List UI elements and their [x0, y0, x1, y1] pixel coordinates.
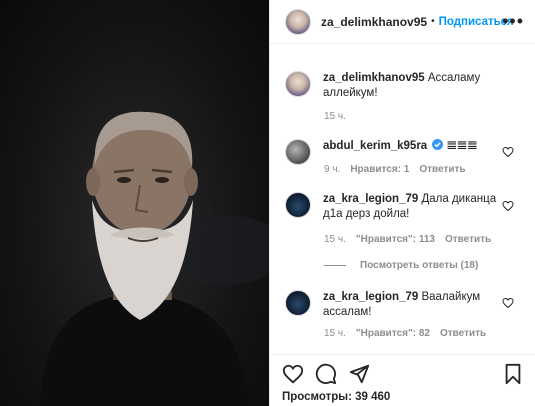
comment-like-heart-icon[interactable] [502, 297, 514, 309]
post-actions-bar: Просмотры: 39 460 [270, 354, 535, 406]
post-header: za_delimkhanov95 • Подписаться ••• [270, 0, 535, 44]
comment-time[interactable]: 9 ч. [324, 164, 340, 175]
verified-badge-icon [432, 139, 444, 150]
user-avatar[interactable] [285, 290, 311, 316]
separator-dot: • [431, 16, 435, 27]
reply-button[interactable]: Ответить [440, 328, 486, 339]
views-count[interactable]: Просмотры: 39 460 [282, 391, 390, 403]
comment-likes-count[interactable]: Нравится: 1 [350, 164, 409, 175]
author-avatar[interactable] [285, 71, 311, 97]
video-player[interactable] [0, 0, 269, 406]
comment-body: za_kra_legion_79 Дала диканца д1а дерз д… [323, 192, 501, 222]
user-avatar[interactable] [285, 139, 311, 165]
comment-username[interactable]: za_kra_legion_79 [323, 193, 418, 205]
comment-body: abdul_kerim_k95ra 𝌆𝌆𝌆 [323, 139, 501, 165]
comment-meta: 15 ч. "Нравится": 113 Ответить [324, 234, 501, 245]
share-icon[interactable] [348, 363, 370, 385]
comment-like-heart-icon[interactable] [502, 200, 514, 212]
view-replies-button[interactable]: Посмотреть ответы (18) [324, 260, 478, 271]
view-replies-label[interactable]: Посмотреть ответы (18) [360, 260, 478, 271]
comment-body: za_kra_legion_79 Ваалайкум ассалам! [323, 290, 501, 320]
comment-username[interactable]: za_delimkhanov95 [323, 72, 425, 84]
comment-meta: 15 ч. "Нравится": 82 Ответить [324, 328, 496, 339]
caption-comment: za_delimkhanov95 Ассаламу аллейкум! [285, 71, 525, 101]
comment-item: za_kra_legion_79 Дала диканца д1а дерз д… [285, 192, 525, 222]
reply-button[interactable]: Ответить [445, 234, 491, 245]
user-avatar[interactable] [285, 192, 311, 218]
reply-button[interactable]: Ответить [419, 164, 465, 175]
comment-likes-count[interactable]: "Нравится": 82 [356, 328, 430, 339]
author-avatar[interactable] [285, 8, 311, 35]
comments-list[interactable]: za_delimkhanov95 Ассаламу аллейкум! 15 ч… [270, 44, 535, 354]
view-replies-line [324, 265, 346, 266]
comment-icon[interactable] [315, 363, 337, 385]
comment-likes-count[interactable]: "Нравится": 113 [356, 234, 435, 245]
comment-username[interactable]: za_kra_legion_79 [323, 291, 418, 303]
post-panel: za_delimkhanov95 • Подписаться ••• za_de… [269, 0, 535, 406]
comment-body: za_delimkhanov95 Ассаламу аллейкум! [323, 71, 501, 101]
comment-meta: 15 ч. [324, 111, 356, 122]
comment-text: 𝌆𝌆𝌆 [446, 140, 478, 152]
video-frame-person [40, 111, 269, 406]
bookmark-icon[interactable] [502, 363, 524, 385]
comment-time[interactable]: 15 ч. [324, 328, 346, 339]
author-username[interactable]: za_delimkhanov95 [321, 15, 427, 29]
comment-item: abdul_kerim_k95ra 𝌆𝌆𝌆 [285, 139, 525, 165]
more-options-icon[interactable]: ••• [502, 12, 524, 30]
comment-item: za_kra_legion_79 Ваалайкум ассалам! [285, 290, 525, 320]
comment-time[interactable]: 15 ч. [324, 111, 346, 122]
comment-meta: 9 ч. Нравится: 1 Ответить [324, 164, 476, 175]
heart-icon[interactable] [282, 363, 304, 385]
comment-username[interactable]: abdul_kerim_k95ra [323, 140, 427, 152]
comment-time[interactable]: 15 ч. [324, 234, 346, 245]
comment-like-heart-icon[interactable] [502, 146, 514, 158]
